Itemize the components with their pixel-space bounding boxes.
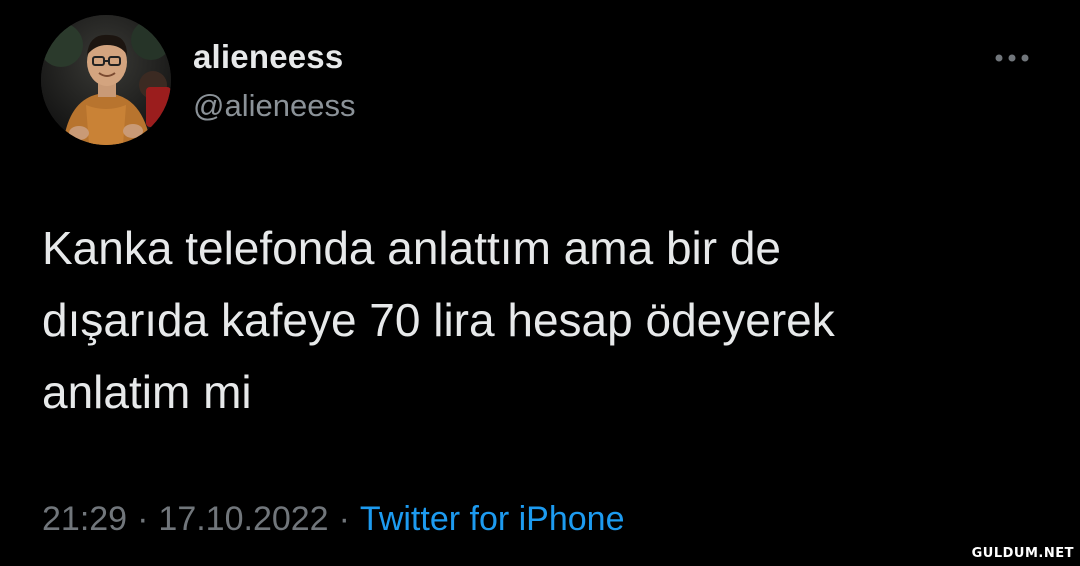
user-handle[interactable]: @alieneess xyxy=(193,88,355,124)
meta-separator: · xyxy=(338,500,350,538)
watermark: GULDUM.NET xyxy=(971,546,1074,561)
tweet-time[interactable]: 21:29 xyxy=(42,500,127,538)
tweet-text: Kanka telefonda anlattım ama bir de dışa… xyxy=(42,222,835,418)
more-button[interactable] xyxy=(990,40,1040,76)
tweet-source-link[interactable]: Twitter for iPhone xyxy=(360,500,625,538)
avatar-photo xyxy=(41,15,171,145)
display-name[interactable]: alieneess xyxy=(193,38,343,76)
more-horizontal-icon xyxy=(995,54,1029,62)
meta-separator: · xyxy=(137,500,149,538)
tweet-metadata: 21:29 · 17.10.2022 · Twitter for iPhone xyxy=(42,500,624,539)
tweet-date[interactable]: 17.10.2022 xyxy=(158,500,328,538)
tweet-card: alieneess @alieneess Kanka telefonda anl… xyxy=(0,0,1080,566)
avatar[interactable] xyxy=(41,15,171,145)
